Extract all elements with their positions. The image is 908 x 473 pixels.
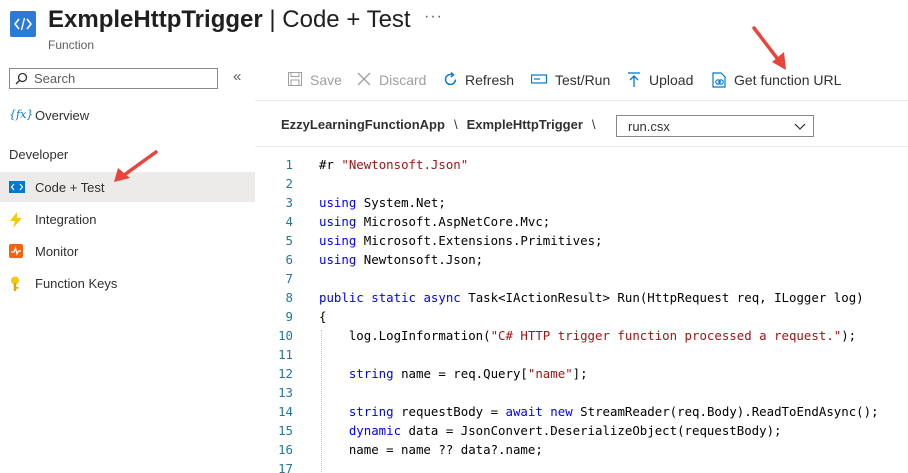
code-line[interactable]: 5 using Microsoft.Extensions.Primitives; [255,233,908,252]
sidebar-item-monitor[interactable]: Monitor [0,236,255,266]
code-line[interactable]: 3 using System.Net; [255,195,908,214]
line-number: 16 [278,442,293,457]
refresh-label: Refresh [465,72,515,88]
line-number: 5 [285,233,293,248]
save-icon [288,72,302,86]
code-line[interactable]: 15 dynamic data = JsonConvert.Deserializ… [255,423,908,442]
code-text: #r "Newtonsoft.Json" [319,157,469,172]
code-line[interactable]: 11 [255,347,908,366]
code-line[interactable]: 1 #r "Newtonsoft.Json" [255,157,908,176]
discard-label: Discard [379,72,427,88]
code-line[interactable]: 2 [255,176,908,195]
code-text: name = name ?? data?.name; [319,442,543,457]
page-title-name: ExmpleHttpTrigger [48,6,263,33]
line-number: 8 [285,290,293,305]
refresh-icon [444,72,457,86]
code-line[interactable]: 6 using Newtonsoft.Json; [255,252,908,271]
code-editor[interactable]: 1 #r "Newtonsoft.Json" 2 3 using System.Net;… [255,146,908,473]
test-run-label: Test/Run [555,72,611,88]
line-number: 1 [285,157,293,172]
save-label: Save [310,72,342,88]
sidebar-item-label: Code + Test [35,180,105,195]
code-text: dynamic data = JsonConvert.DeserializeOb… [348,423,782,438]
code-text: using Microsoft.Extensions.Primitives; [319,233,603,248]
code-line[interactable]: 16 name = name ?? data?.name; [255,442,908,461]
line-number: 12 [278,366,293,381]
code-line[interactable]: 10 log.LogInformation("C# HTTP trigger f… [255,328,908,347]
code-line[interactable]: 13 [255,385,908,404]
breadcrumb-function[interactable]: ExmpleHttpTrigger [467,117,583,132]
code-text: string name = req.Query["name"]; [348,366,588,381]
line-number: 14 [278,404,293,419]
key-icon [9,276,25,292]
test-run-icon [531,74,547,84]
line-number: 6 [285,252,293,267]
line-number: 10 [278,328,293,343]
blade-header: ExmpleHttpTrigger | Code + Test Function… [0,0,908,60]
close-icon [357,72,371,86]
sidebar-item-overview[interactable]: {fx} Overview [0,100,255,130]
code-line[interactable]: 17 [255,461,908,473]
code-line[interactable]: 7 [255,271,908,290]
monitor-icon [9,244,25,260]
code-text: using Microsoft.AspNetCore.Mvc; [319,214,551,229]
code-line[interactable]: 14 string requestBody = await new Stream… [255,404,908,423]
breadcrumb: EzzyLearningFunctionApp \ ExmpleHttpTrigge… [281,117,605,132]
function-code-icon [10,11,36,37]
page-title-section: | Code + Test [262,6,411,33]
code-text: { [319,309,327,324]
chevron-down-icon [794,123,806,130]
link-document-icon [712,72,726,88]
code-icon [9,180,25,196]
sidebar-item-integration[interactable]: Integration [0,204,255,234]
line-number: 9 [285,309,293,324]
sidebar-item-label: Integration [35,212,97,227]
lightning-icon [9,212,25,228]
code-text: public static async Task<IActionResult> … [319,290,864,305]
sidebar-item-label: Overview [35,108,90,123]
indent-guide [321,330,322,473]
code-text: using Newtonsoft.Json; [319,252,484,267]
code-text: using System.Net; [319,195,446,210]
upload-label: Upload [649,72,694,88]
file-select-value: run.csx [628,119,670,134]
line-number: 4 [285,214,293,229]
command-bar: Save Discard Refresh Test/Run Upload Get… [255,60,908,101]
section-header-developer: Developer [9,147,69,162]
sidebar-item-code-test[interactable]: Code + Test [0,172,255,202]
code-text: log.LogInformation("C# HTTP trigger func… [319,328,857,343]
code-line[interactable]: 4 using Microsoft.AspNetCore.Mvc; [255,214,908,233]
get-function-url-label: Get function URL [734,72,842,88]
code-text: string requestBody = await new StreamRea… [348,404,879,419]
upload-icon [628,72,640,87]
sidebar-item-function-keys[interactable]: Function Keys [0,268,255,298]
more-options-button[interactable]: ··· [424,8,443,26]
line-number: 15 [278,423,293,438]
search-icon [15,72,28,90]
code-line[interactable]: 9{ [255,309,908,328]
breadcrumb-separator: \ [453,117,458,132]
line-number: 3 [285,195,293,210]
sidebar-item-label: Function Keys [35,276,118,291]
line-number: 11 [278,347,293,362]
collapse-sidebar-button[interactable]: « [233,68,241,85]
sidebar-item-label: Monitor [35,244,79,259]
code-line[interactable]: 8 public static async Task<IActionResult>… [255,290,908,309]
search-input[interactable] [34,70,214,87]
line-number: 17 [278,461,293,473]
line-number: 7 [285,271,293,286]
page-title: ExmpleHttpTrigger | Code + Test [48,6,411,34]
function-overview-icon: {fx} [9,108,34,121]
line-number: 13 [278,385,293,400]
page-subtitle: Function [48,38,95,52]
breadcrumb-separator: \ [591,117,596,132]
search-box[interactable] [9,68,218,89]
line-number: 2 [285,176,293,191]
breadcrumb-app[interactable]: EzzyLearningFunctionApp [281,117,445,132]
file-select-dropdown[interactable]: run.csx [616,115,814,137]
code-line[interactable]: 12 string name = req.Query["name"]; [255,366,908,385]
sidebar: « {fx} Overview Developer Code + Test In… [0,60,255,472]
